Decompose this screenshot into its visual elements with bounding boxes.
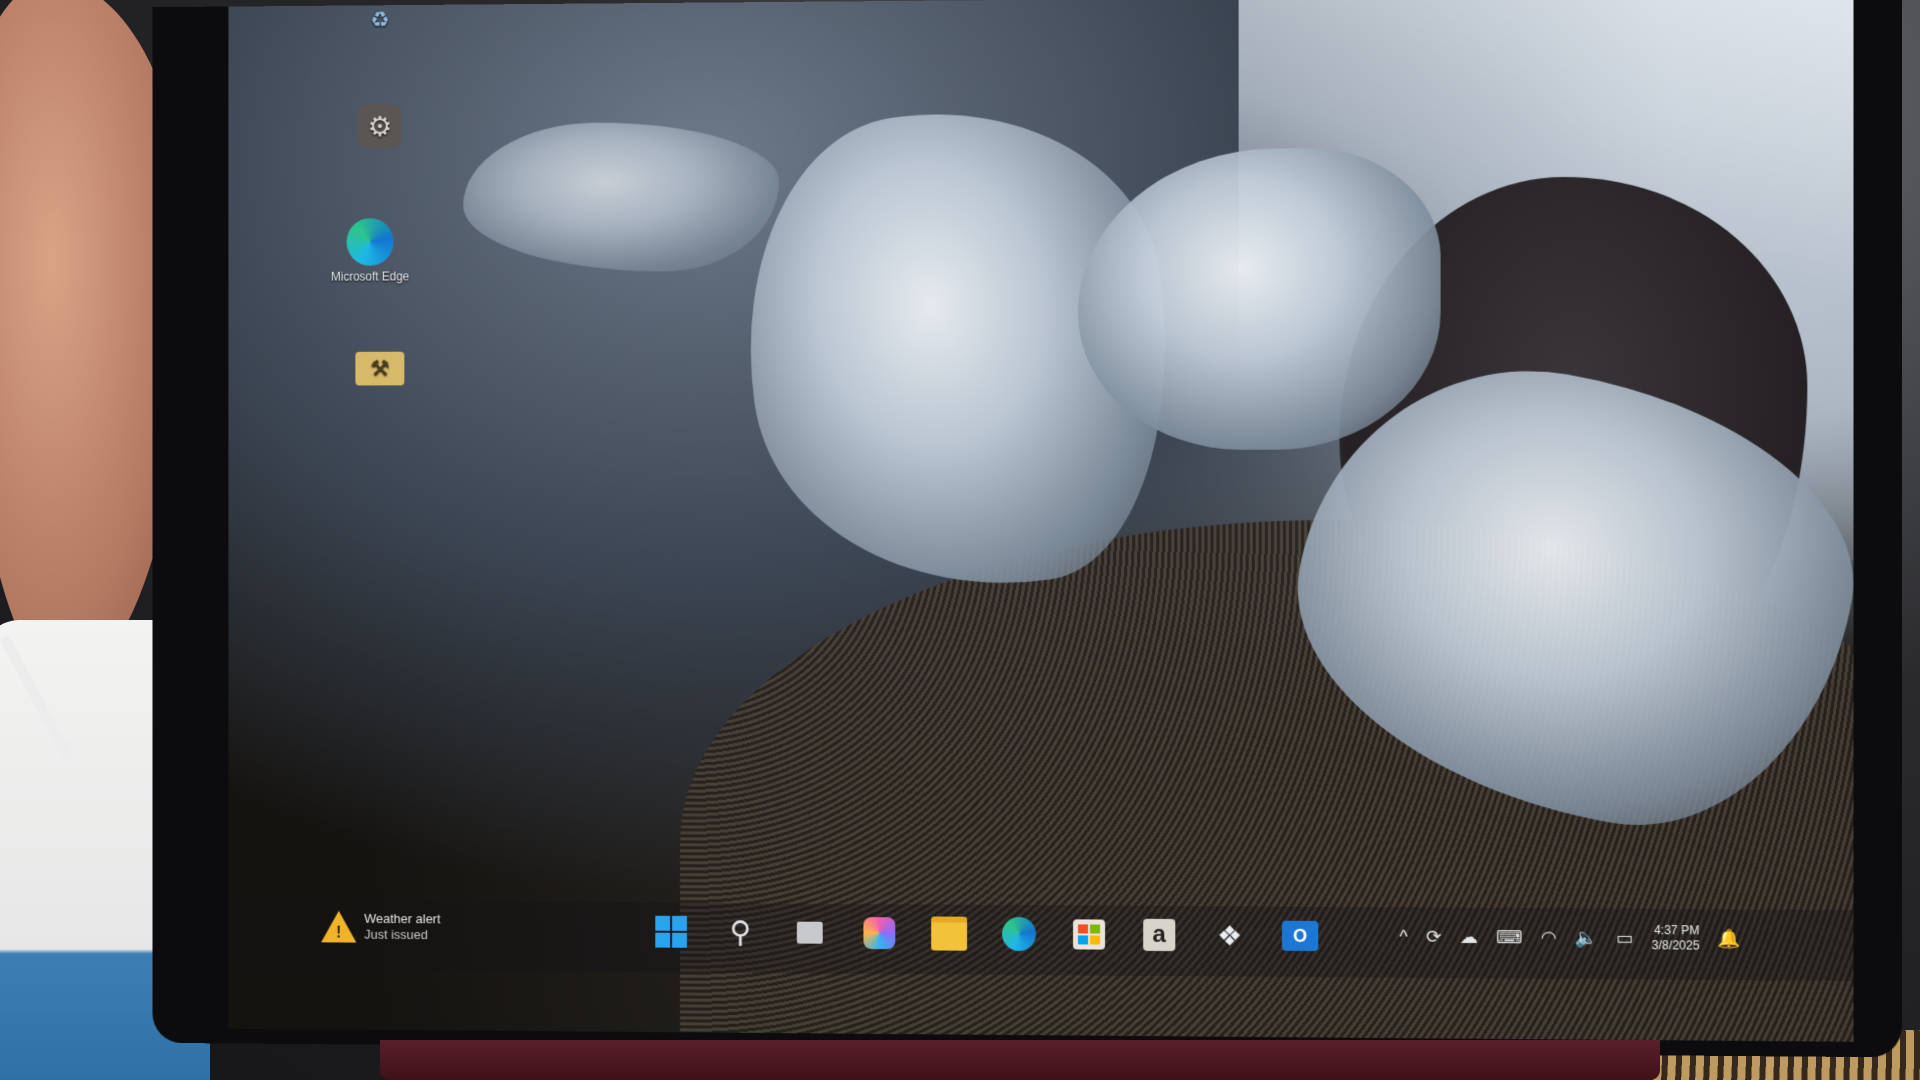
- wallpaper-ice-middle: [1078, 147, 1441, 450]
- toolbox-icon: ⚒: [355, 351, 405, 386]
- amazon-icon: a: [1143, 918, 1176, 952]
- notification-bell-icon[interactable]: 🔔: [1718, 928, 1741, 949]
- photo-scene: ♻ ⚙ Microsoft Edge ⚒ ! 1 Weather alert J…: [0, 0, 1920, 1080]
- wifi-icon[interactable]: ◠: [1541, 927, 1557, 948]
- sync-icon[interactable]: ⟳: [1426, 926, 1441, 947]
- taskbar-pinned-apps: ⚲ a ❖ O: [650, 911, 1321, 957]
- dropbox-icon: ❖: [1216, 919, 1243, 952]
- desktop-icon-app[interactable]: ⚙: [336, 104, 424, 152]
- wallpaper-ice-small: [463, 121, 780, 273]
- dropbox-button[interactable]: ❖: [1208, 914, 1250, 956]
- folder-icon: [931, 916, 968, 951]
- task-view-icon: [796, 921, 823, 944]
- notification-badge: 1: [345, 909, 359, 923]
- weather-subtitle: Just issued: [364, 926, 428, 943]
- task-view-button[interactable]: [789, 912, 831, 954]
- keyboard-icon[interactable]: ⌨: [1496, 927, 1522, 948]
- warning-icon: ! 1: [321, 911, 356, 943]
- store-icon: [1073, 919, 1106, 950]
- amazon-button[interactable]: a: [1138, 914, 1180, 956]
- tablet-device: ♻ ⚙ Microsoft Edge ⚒ ! 1 Weather alert J…: [152, 0, 1902, 1058]
- weather-widget[interactable]: ! 1 Weather alert Just issued: [321, 911, 440, 943]
- edge-taskbar-button[interactable]: [998, 913, 1040, 955]
- windows-logo-icon: [655, 915, 687, 948]
- recycle-bin-icon: ♻: [370, 7, 390, 33]
- clock[interactable]: 4:37 PM 3/8/2025: [1652, 923, 1700, 954]
- weather-title: Weather alert: [364, 910, 441, 927]
- desktop-icon-label: [336, 152, 424, 153]
- system-tray: ^ ⟳ ☁ ⌨ ◠ 🔈 ▭ 4:37 PM 3/8/2025 🔔: [1399, 921, 1741, 953]
- tablet-cover: [380, 1040, 1660, 1080]
- edge-icon: [346, 218, 394, 266]
- desktop-icon-label: Microsoft Edge: [330, 269, 410, 284]
- edge-icon: [1002, 916, 1036, 952]
- copilot-icon: [863, 917, 896, 950]
- desktop-icon-microsoft-edge[interactable]: Microsoft Edge: [326, 218, 414, 284]
- desktop-icon-recycle-bin[interactable]: ♻: [336, 5, 424, 39]
- desktop-icon-label: [336, 39, 424, 40]
- start-button[interactable]: [650, 911, 692, 953]
- outlook-icon: O: [1281, 920, 1319, 952]
- taskbar: ! 1 Weather alert Just issued ⚲ a ❖ O ^ …: [228, 900, 1854, 981]
- app-icon: ⚙: [358, 104, 402, 148]
- file-explorer-button[interactable]: [928, 912, 970, 954]
- clock-time: 4:37 PM: [1653, 922, 1700, 938]
- battery-icon[interactable]: ▭: [1616, 927, 1633, 948]
- show-hidden-icons-chevron[interactable]: ^: [1399, 926, 1408, 947]
- onedrive-icon[interactable]: ☁: [1460, 926, 1478, 947]
- clock-date: 3/8/2025: [1651, 938, 1700, 953]
- volume-icon[interactable]: 🔈: [1575, 927, 1598, 948]
- microsoft-store-button[interactable]: [1068, 913, 1110, 955]
- search-icon: ⚲: [729, 915, 752, 949]
- copilot-button[interactable]: [858, 912, 900, 954]
- outlook-button[interactable]: O: [1279, 915, 1321, 957]
- desktop-icon-toolbox[interactable]: ⚒: [336, 351, 424, 390]
- search-button[interactable]: ⚲: [720, 911, 762, 953]
- desktop-screen: ♻ ⚙ Microsoft Edge ⚒ ! 1 Weather alert J…: [228, 0, 1854, 1042]
